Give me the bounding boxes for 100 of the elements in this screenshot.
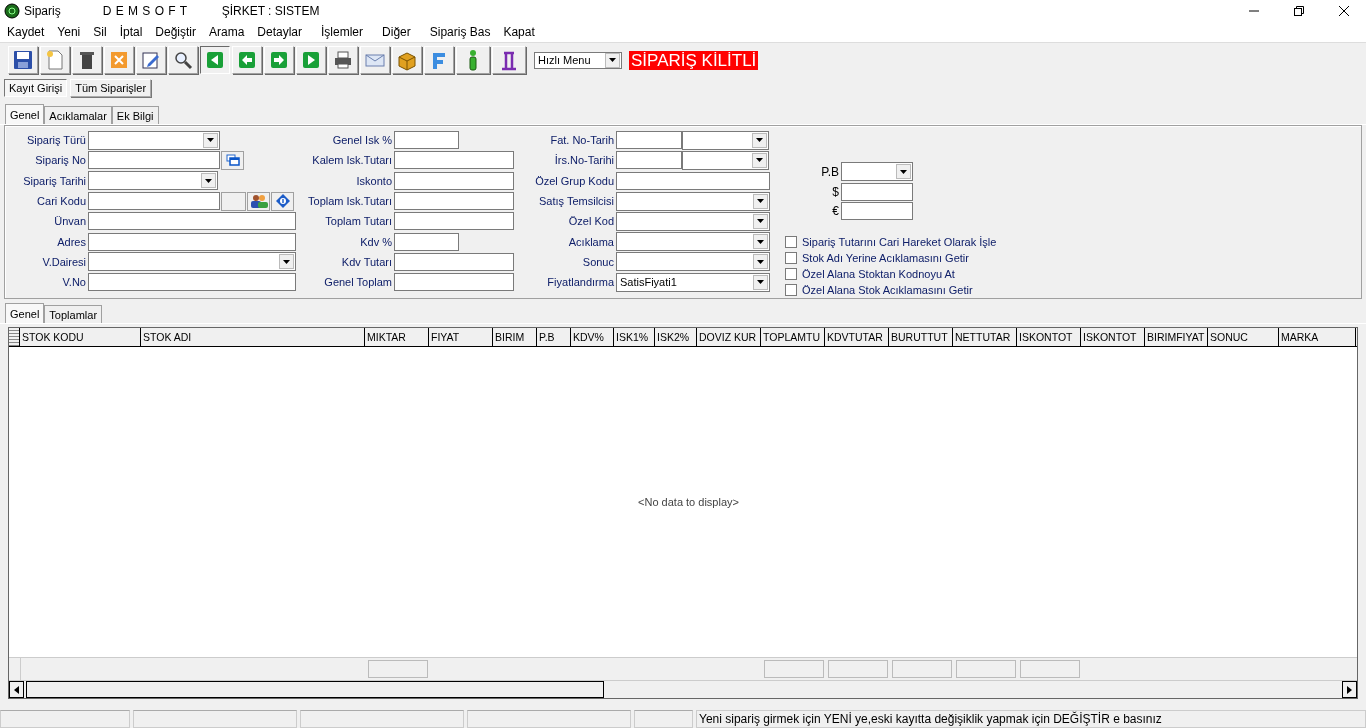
column-header[interactable]: DOVIZ KUR <box>697 328 761 346</box>
checkbox[interactable] <box>785 252 797 264</box>
info-button[interactable] <box>271 191 294 211</box>
column-header[interactable]: FIYAT <box>429 328 493 346</box>
column-header[interactable]: ISK1% <box>614 328 655 346</box>
toolbar-button[interactable] <box>200 46 230 74</box>
dropdown[interactable] <box>88 130 220 150</box>
tab[interactable]: Acıklamalar <box>44 106 112 124</box>
column-header[interactable]: ISK2% <box>655 328 697 346</box>
dropdown[interactable] <box>682 150 769 170</box>
text-field[interactable] <box>394 151 514 170</box>
tab[interactable]: Genel <box>5 104 45 124</box>
menu-item[interactable]: Detaylar <box>257 25 303 39</box>
text-field[interactable] <box>394 131 459 150</box>
field-label: Fat. No-Tarih <box>549 134 615 147</box>
text-field[interactable] <box>394 212 514 231</box>
column-header[interactable]: ISKONTOT <box>1081 328 1145 346</box>
checkbox[interactable] <box>785 284 797 296</box>
column-header[interactable]: TOPLAMTU <box>761 328 825 346</box>
column-header[interactable]: ISKONTOT <box>1017 328 1081 346</box>
restore-icon <box>1293 6 1304 16</box>
dropdown[interactable] <box>88 252 296 272</box>
menu-item[interactable]: Kaydet <box>7 25 45 39</box>
dropdown[interactable] <box>841 162 913 182</box>
text-field[interactable] <box>394 273 514 292</box>
new-document-icon <box>44 49 66 71</box>
dropdown[interactable] <box>616 252 770 272</box>
column-header[interactable]: SONUC <box>1208 328 1279 346</box>
column-header[interactable]: STOK ADI <box>141 328 365 346</box>
menu-item[interactable]: İşlemler <box>321 25 364 39</box>
text-field[interactable] <box>616 171 770 190</box>
field-label: P.B <box>820 164 840 179</box>
checkbox[interactable] <box>785 268 797 280</box>
dropdown[interactable] <box>616 211 770 231</box>
status-panel <box>634 710 693 728</box>
field-label: Kdv % <box>359 235 393 248</box>
menu-item[interactable]: Değiştir <box>155 25 196 39</box>
field-label: İrs.No-Tarihi <box>553 154 615 167</box>
field-label: Özel Grup Kodu <box>534 174 615 187</box>
dropdown[interactable] <box>88 171 218 191</box>
text-field[interactable] <box>841 182 913 201</box>
window-title: Sipariş <box>24 4 61 18</box>
empty-message: <No data to display> <box>638 496 739 508</box>
quick-menu-dropdown[interactable]: Hızlı Menu <box>534 51 622 69</box>
text-field[interactable] <box>394 171 514 190</box>
text-field[interactable] <box>616 131 682 150</box>
field-label: Sipariş No <box>34 154 87 167</box>
field-label: Ünvan <box>53 215 87 228</box>
checkbox[interactable] <box>785 236 797 248</box>
field-label: Adres <box>56 235 87 248</box>
menu-item[interactable]: İptal <box>119 25 143 39</box>
column-header[interactable]: BIRIM <box>493 328 537 346</box>
column-header[interactable]: STOK KODU <box>20 328 141 346</box>
text-field[interactable] <box>88 212 296 231</box>
tab[interactable]: Ek Bilgi <box>111 106 159 124</box>
edit-icon <box>140 49 162 71</box>
browse-button[interactable] <box>221 150 244 170</box>
dropdown[interactable]: SatisFiyati1 <box>616 272 770 292</box>
tab[interactable]: Genel <box>5 303 45 323</box>
text-field[interactable] <box>394 252 514 271</box>
tab[interactable]: Toplamlar <box>44 305 103 323</box>
globe-icon <box>4 3 20 19</box>
scrollbar-thumb[interactable] <box>26 681 604 698</box>
view-tab[interactable]: Kayıt Girişi <box>4 79 68 97</box>
users-button[interactable] <box>247 191 270 211</box>
column-header[interactable]: KDV% <box>571 328 614 346</box>
dropdown[interactable] <box>616 232 770 252</box>
text-field[interactable] <box>616 151 682 170</box>
dropdown[interactable] <box>682 130 769 150</box>
column-header[interactable]: NETTUTAR <box>953 328 1017 346</box>
text-field[interactable] <box>88 192 220 211</box>
scroll-right-icon <box>1342 681 1357 698</box>
menu-item[interactable]: Kapat <box>503 25 535 39</box>
menu-item[interactable]: Yeni <box>57 25 81 39</box>
text-field[interactable] <box>88 151 220 170</box>
column-header[interactable]: MARKA <box>1279 328 1356 346</box>
menu-item[interactable]: Arama <box>209 25 245 39</box>
horizontal-scrollbar[interactable] <box>9 680 1357 698</box>
column-header[interactable]: KDVTUTAR <box>825 328 889 346</box>
field-label: Toplam Tutarı <box>324 215 393 228</box>
menu-item[interactable]: Sil <box>93 25 107 39</box>
checkbox-label: Stok Adı Yerine Acıklamasını Getir <box>802 252 969 264</box>
text-field[interactable] <box>88 273 296 292</box>
text-field[interactable] <box>394 232 459 251</box>
column-header[interactable]: BIRIMFIYAT <box>1145 328 1208 346</box>
text-field[interactable] <box>394 192 514 211</box>
text-field[interactable] <box>841 202 913 221</box>
field-label: V.Dairesi <box>41 255 87 268</box>
dropdown[interactable] <box>616 191 770 211</box>
next-record-icon <box>268 49 290 71</box>
column-header[interactable]: BURUTTUT <box>889 328 953 346</box>
column-header[interactable]: P.B <box>537 328 571 346</box>
menu-item[interactable]: Sipariş Bas <box>429 25 491 39</box>
checkbox-label: Sipariş Tutarını Cari Hareket Olarak İşle <box>802 236 997 248</box>
menu-item[interactable]: Diğer <box>382 25 411 39</box>
field-label: Satış Temsilcisi <box>538 195 615 208</box>
field-label: $ <box>831 184 840 199</box>
text-field[interactable] <box>88 232 296 251</box>
column-header[interactable]: MIKTAR <box>365 328 429 346</box>
view-tab[interactable]: Tüm Siparişler <box>70 79 152 97</box>
